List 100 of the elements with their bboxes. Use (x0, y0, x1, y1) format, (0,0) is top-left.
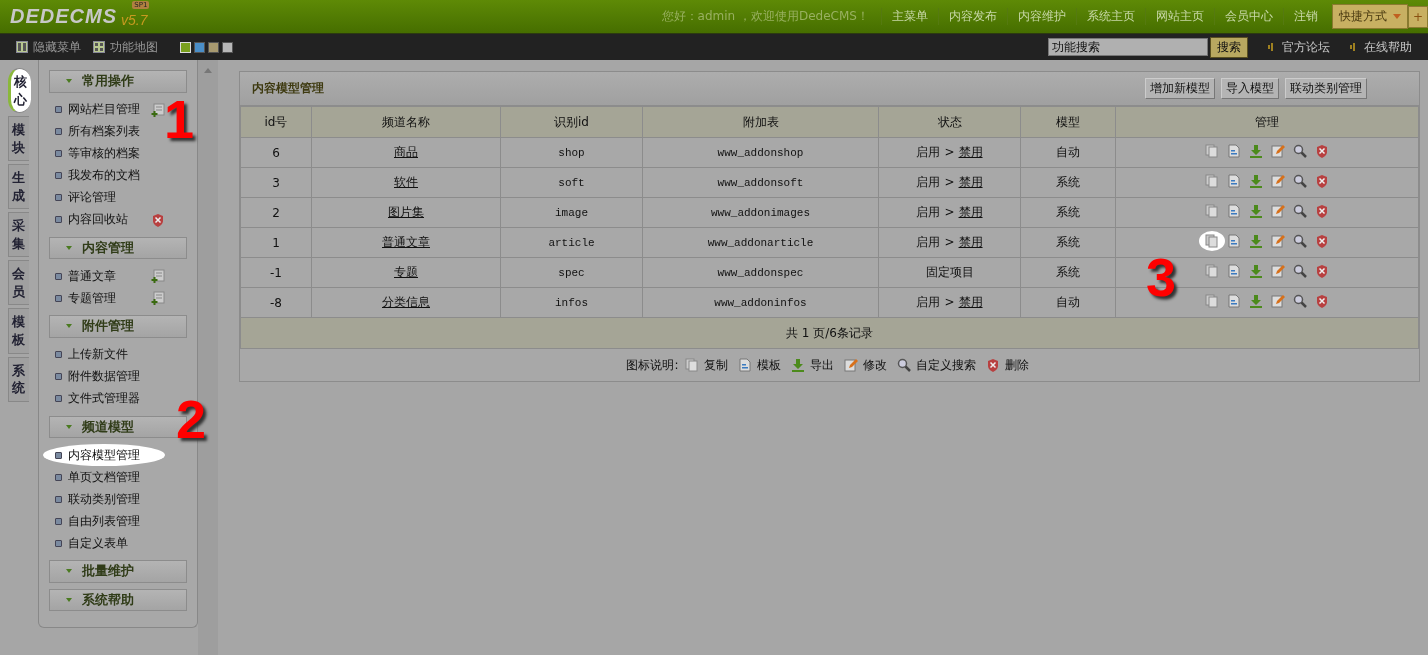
delete-action-button[interactable] (1315, 264, 1329, 278)
channel-link[interactable]: 普通文章 (382, 235, 430, 249)
menu-group-header[interactable]: 内容管理 (49, 236, 187, 259)
sidebar-item[interactable]: 内容模型管理 (43, 444, 165, 466)
toolbar-link[interactable]: 隐藏菜单 (16, 38, 81, 56)
channel-link[interactable]: 专题 (394, 265, 418, 279)
edit-action-button[interactable] (1271, 204, 1285, 218)
table-cell: 6 (240, 137, 312, 168)
edit-action-button[interactable] (1271, 234, 1285, 248)
template-action-button[interactable] (1227, 144, 1241, 158)
channel-link[interactable]: 商品 (394, 145, 418, 159)
column-header: id号 (240, 106, 312, 138)
channel-link[interactable]: 图片集 (388, 205, 424, 219)
toolbar-link[interactable]: 功能地图 (93, 38, 158, 56)
template-action-button[interactable] (1227, 174, 1241, 188)
status-text: 启用 (916, 235, 941, 249)
disable-link[interactable]: 禁用 (958, 235, 983, 249)
search-action-button[interactable] (1293, 174, 1307, 188)
search-field[interactable]: 功能搜索 (1048, 38, 1208, 56)
template-action-button[interactable] (1227, 264, 1241, 278)
search-action-button[interactable] (1293, 204, 1307, 218)
search-action-button[interactable] (1293, 144, 1307, 158)
export-action-button[interactable] (1249, 264, 1263, 278)
side-tab[interactable]: 模板 (8, 308, 29, 354)
toolbar-button[interactable]: 导入模型 (1221, 78, 1279, 99)
shortcut-dropdown[interactable]: 快捷方式 (1331, 4, 1408, 29)
menu-group-header[interactable]: 常用操作 (49, 70, 187, 93)
edit-action-button[interactable] (1271, 264, 1285, 278)
template-action-button[interactable] (1227, 204, 1241, 218)
sidebar-item[interactable]: 单页文档管理 (49, 466, 187, 488)
sidebar-item[interactable]: 上传新文件 (49, 343, 187, 366)
table-cell: infos (500, 287, 643, 318)
disable-link[interactable]: 禁用 (958, 295, 983, 309)
add-page-icon[interactable] (151, 291, 165, 305)
help-link[interactable]: 官方论坛 (1268, 38, 1330, 56)
copy-action-button[interactable] (1205, 294, 1219, 308)
legend-text: 删除 (1004, 356, 1029, 374)
side-tab[interactable]: 模块 (8, 116, 29, 162)
export-action-button[interactable] (1249, 204, 1263, 218)
bullet-icon (55, 194, 62, 201)
sidebar-item[interactable]: 专题管理 (49, 287, 187, 309)
export-action-button[interactable] (1249, 294, 1263, 308)
copy-action-button[interactable] (1205, 264, 1219, 278)
edit-action-button[interactable] (1271, 174, 1285, 188)
sidebar-item[interactable]: 评论管理 (49, 186, 187, 209)
side-tab[interactable]: 会员 (8, 260, 29, 306)
delete-action-button[interactable] (1315, 294, 1329, 308)
disable-link[interactable]: 禁用 (958, 175, 983, 189)
menu-group-header[interactable]: 附件管理 (49, 315, 187, 338)
sidebar-item[interactable]: 自定义表单 (49, 532, 187, 554)
edit-action-button[interactable] (1271, 144, 1285, 158)
theme-swatch[interactable] (194, 41, 205, 53)
theme-swatch[interactable] (208, 41, 219, 53)
search-icon (1293, 294, 1307, 308)
toolbar-button[interactable]: 增加新模型 (1145, 78, 1215, 99)
help-link[interactable]: 在线帮助 (1350, 38, 1412, 56)
sidebar-item[interactable]: 自由列表管理 (49, 510, 187, 532)
sidebar-item[interactable]: 联动类别管理 (49, 488, 187, 510)
search-action-button[interactable] (1293, 294, 1307, 308)
side-tab[interactable]: 生成 (8, 164, 29, 210)
side-tab[interactable]: 系统 (8, 356, 29, 402)
disable-link[interactable]: 禁用 (958, 145, 983, 159)
separator-text: > (944, 205, 955, 219)
sidebar-item[interactable]: 内容回收站 (49, 208, 187, 231)
search-action-button[interactable] (1293, 234, 1307, 248)
sidebar-item[interactable]: 附件数据管理 (49, 365, 187, 388)
bullet-icon (55, 473, 62, 481)
copy-action-button[interactable] (1205, 174, 1219, 188)
export-action-button[interactable] (1249, 174, 1263, 188)
search-action-button[interactable] (1293, 264, 1307, 278)
add-page-icon[interactable] (151, 102, 165, 117)
scroll-up-icon[interactable] (204, 68, 212, 73)
export-action-button[interactable] (1249, 144, 1263, 158)
copy-action-button[interactable] (1205, 144, 1219, 158)
menu-group-header[interactable]: 批量维护 (49, 560, 187, 583)
theme-swatch[interactable] (222, 41, 233, 53)
export-action-button[interactable] (1249, 234, 1263, 248)
search-button[interactable]: 搜索 (1210, 36, 1248, 58)
side-tab[interactable]: 采集 (8, 212, 29, 258)
channel-link[interactable]: 软件 (394, 175, 418, 189)
channel-link[interactable]: 分类信息 (382, 295, 430, 309)
template-action-button[interactable] (1227, 294, 1241, 308)
disable-link[interactable]: 禁用 (958, 205, 983, 219)
side-tab[interactable]: 核心 (8, 68, 31, 114)
add-page-icon[interactable] (151, 269, 165, 283)
delete-action-button[interactable] (1315, 144, 1329, 158)
sidebar-item[interactable]: 普通文章 (49, 265, 187, 287)
menu-group-header[interactable]: 系统帮助 (49, 588, 187, 611)
toolbar-button[interactable]: 联动类别管理 (1285, 78, 1367, 99)
edit-action-button[interactable] (1271, 294, 1285, 308)
search-icon (1293, 234, 1307, 248)
document-icon (737, 358, 752, 372)
delete-action-button[interactable] (1315, 204, 1329, 218)
template-action-button[interactable] (1227, 234, 1241, 248)
delete-action-button[interactable] (1315, 174, 1329, 188)
delete-action-button[interactable] (1315, 234, 1329, 248)
copy-action-button[interactable] (1205, 204, 1219, 218)
download-icon (1249, 294, 1263, 308)
copy-action-button[interactable] (1199, 231, 1225, 251)
sidebar-item[interactable]: 我发布的文档 (49, 164, 187, 187)
